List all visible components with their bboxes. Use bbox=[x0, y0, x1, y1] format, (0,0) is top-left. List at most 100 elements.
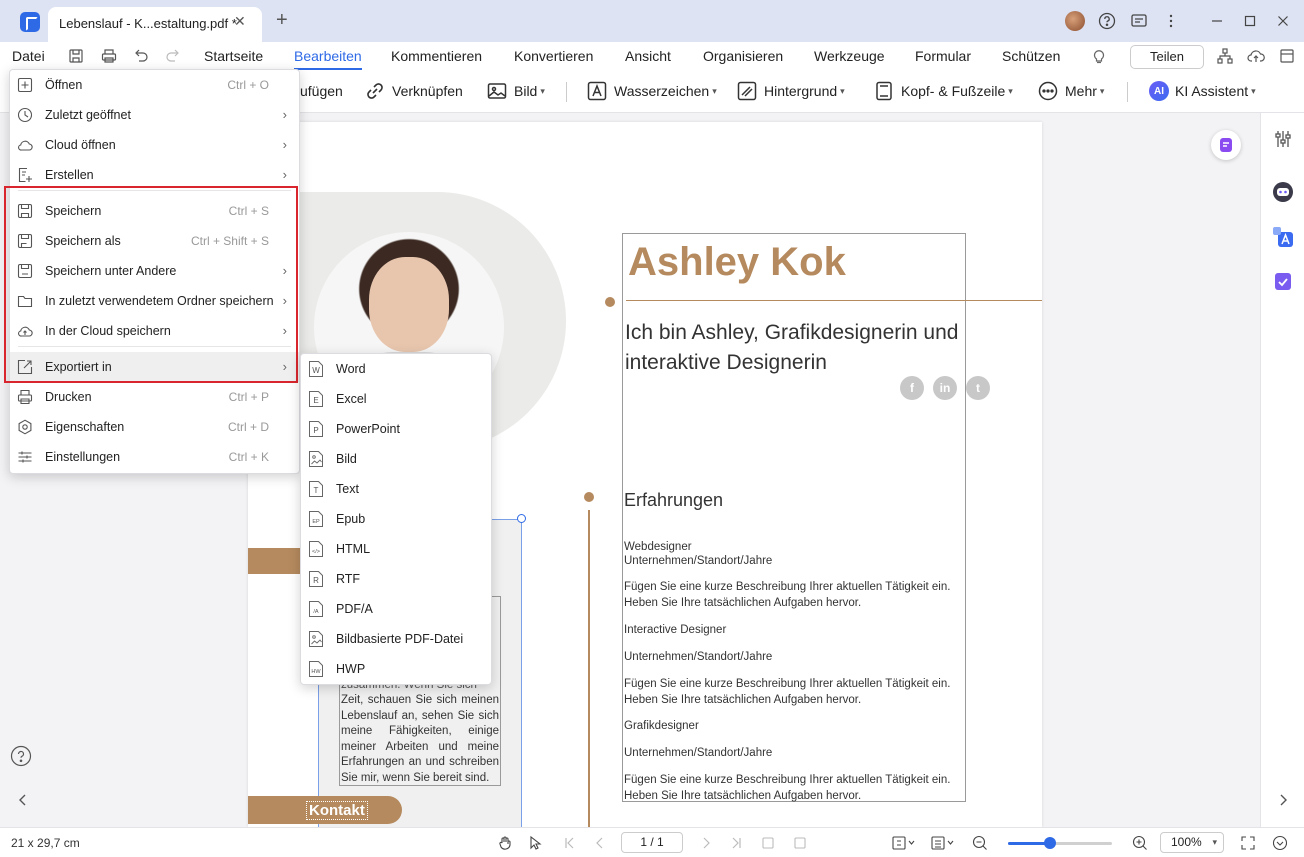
new-tab-button[interactable]: + bbox=[276, 10, 288, 30]
ribbon-more-button[interactable]: Mehr ▾ bbox=[1037, 79, 1104, 103]
tab-formular[interactable]: Formular bbox=[915, 48, 971, 64]
page-number-input[interactable]: 1 / 1 bbox=[621, 832, 683, 853]
first-page-icon[interactable] bbox=[562, 835, 578, 851]
ribbon-background-button[interactable]: Hintergrund ▾ bbox=[736, 79, 845, 103]
job2-title[interactable]: Interactive Designer bbox=[624, 622, 964, 638]
contact-heading[interactable]: Kontakt bbox=[248, 796, 402, 824]
ribbon-watermark-button[interactable]: Wasserzeichen ▾ bbox=[586, 79, 717, 103]
file-menu-button[interactable]: Datei bbox=[12, 48, 45, 64]
tab-startseite[interactable]: Startseite bbox=[204, 48, 263, 64]
tab-ansicht[interactable]: Ansicht bbox=[625, 48, 671, 64]
job2-description[interactable]: Fügen Sie eine kurze Beschreibung Ihrer … bbox=[624, 676, 964, 708]
job1-description[interactable]: Fügen Sie eine kurze Beschreibung Ihrer … bbox=[624, 579, 964, 611]
workflow-icon[interactable] bbox=[1216, 47, 1234, 65]
task-check-icon[interactable] bbox=[1272, 270, 1294, 292]
rotate-right-icon[interactable] bbox=[792, 835, 808, 851]
print-icon[interactable] bbox=[100, 47, 118, 65]
redo-icon[interactable] bbox=[164, 47, 182, 65]
page-layout-icon[interactable] bbox=[931, 835, 955, 851]
ribbon-header-footer-button[interactable]: Kopf- & Fußzeile ▾ bbox=[873, 79, 1013, 103]
user-avatar[interactable] bbox=[1065, 11, 1085, 31]
maximize-icon[interactable] bbox=[1239, 10, 1261, 32]
export-item-html[interactable]: </> HTML bbox=[301, 534, 491, 564]
close-window-icon[interactable] bbox=[1272, 10, 1294, 32]
job3-company[interactable]: Unternehmen/Standort/Jahre bbox=[624, 745, 964, 761]
about-text[interactable]: Zeit, schauen Sie sich meinen Lebenslauf… bbox=[341, 693, 499, 787]
export-item-epub[interactable]: EP Epub bbox=[301, 504, 491, 534]
export-item-pdf-a[interactable]: /A PDF/A bbox=[301, 594, 491, 624]
ribbon-ai-assistant-button[interactable]: AI KI Assistent ▾ bbox=[1149, 79, 1256, 103]
facebook-icon: f bbox=[900, 376, 924, 400]
export-item-bild[interactable]: Bild bbox=[301, 444, 491, 474]
tab-schuetzen[interactable]: Schützen bbox=[1002, 48, 1060, 64]
rotate-left-icon[interactable] bbox=[760, 835, 776, 851]
job2-company[interactable]: Unternehmen/Standort/Jahre bbox=[624, 649, 964, 665]
export-item-rtf[interactable]: R RTF bbox=[301, 564, 491, 594]
menu-item-zuletzt-geoeffnet[interactable]: Zuletzt geöffnet › bbox=[10, 100, 299, 130]
job1-company[interactable]: Unternehmen/Standort/Jahre bbox=[624, 553, 964, 569]
file-type-glyph: E bbox=[313, 396, 318, 405]
resume-name[interactable]: Ashley Kok bbox=[628, 240, 846, 285]
help-icon[interactable] bbox=[1096, 10, 1118, 32]
zoom-slider[interactable] bbox=[1008, 837, 1112, 849]
menu-item-einstellungen[interactable]: Einstellungen Ctrl + K bbox=[10, 442, 299, 472]
export-item-word[interactable]: W Word bbox=[301, 354, 491, 384]
experience-heading[interactable]: Erfahrungen bbox=[624, 490, 723, 511]
lightbulb-icon[interactable] bbox=[1090, 47, 1108, 65]
save-icon[interactable] bbox=[67, 47, 85, 65]
previous-page-icon[interactable] bbox=[592, 835, 608, 851]
menu-item-drucken[interactable]: Drucken Ctrl + P bbox=[10, 382, 299, 412]
file-type-icon: R bbox=[309, 571, 323, 587]
status-bar: 21 x 29,7 cm 1 / 1 100% ▾ bbox=[0, 827, 1304, 857]
minimize-icon[interactable] bbox=[1206, 10, 1228, 32]
tab-close-icon[interactable]: ✕ bbox=[234, 13, 246, 30]
floating-assistant-button[interactable] bbox=[1211, 130, 1241, 160]
chevron-right-icon[interactable] bbox=[1272, 789, 1294, 811]
export-item-powerpoint[interactable]: P PowerPoint bbox=[301, 414, 491, 444]
cloud-upload-icon[interactable] bbox=[1247, 47, 1265, 65]
job3-description[interactable]: Fügen Sie eine kurze Beschreibung Ihrer … bbox=[624, 772, 964, 804]
export-item-bildbasierte-pdf-datei[interactable]: Bildbasierte PDF-Datei bbox=[301, 624, 491, 654]
feedback-icon[interactable] bbox=[1128, 10, 1150, 32]
name-divider bbox=[626, 300, 1042, 301]
tab-kommentieren[interactable]: Kommentieren bbox=[391, 48, 482, 64]
zoom-slider-thumb[interactable] bbox=[1043, 837, 1056, 849]
zoom-in-icon[interactable] bbox=[1132, 835, 1148, 851]
last-page-icon[interactable] bbox=[728, 835, 744, 851]
tab-bearbeiten[interactable]: Bearbeiten bbox=[294, 48, 362, 70]
document-tab[interactable]: Lebenslauf - K...estaltung.pdf * bbox=[48, 7, 262, 42]
ribbon-link-button[interactable]: Verknüpfen bbox=[364, 79, 463, 103]
export-item-hwp[interactable]: HW HWP bbox=[301, 654, 491, 684]
export-item-text[interactable]: T Text bbox=[301, 474, 491, 504]
tab-konvertieren[interactable]: Konvertieren bbox=[514, 48, 593, 64]
resize-handle[interactable] bbox=[517, 514, 526, 523]
ribbon-watermark-label: Wasserzeichen bbox=[614, 83, 710, 99]
menu-item-cloud-oeffnen[interactable]: Cloud öffnen › bbox=[10, 130, 299, 160]
resume-intro[interactable]: Ich bin Ashley, Grafikdesignerin und int… bbox=[625, 318, 965, 378]
export-item-excel[interactable]: E Excel bbox=[301, 384, 491, 414]
zoom-out-icon[interactable] bbox=[972, 835, 988, 851]
fit-page-icon[interactable] bbox=[892, 835, 916, 851]
ribbon-add-button[interactable]: ufügen bbox=[300, 79, 343, 103]
share-button[interactable]: Teilen bbox=[1130, 45, 1204, 69]
collapse-circle-icon[interactable] bbox=[1272, 835, 1288, 851]
help-circle-icon[interactable] bbox=[10, 745, 32, 767]
tab-werkzeuge[interactable]: Werkzeuge bbox=[814, 48, 885, 64]
chevron-left-icon[interactable] bbox=[12, 789, 34, 811]
panel-icon[interactable] bbox=[1278, 47, 1296, 65]
menu-item-oeffnen[interactable]: Öffnen Ctrl + O bbox=[10, 70, 299, 100]
ai-robot-icon[interactable] bbox=[1272, 181, 1294, 203]
next-page-icon[interactable] bbox=[698, 835, 714, 851]
properties-sliders-icon[interactable] bbox=[1272, 128, 1294, 150]
hand-tool-icon[interactable] bbox=[497, 835, 513, 851]
fullscreen-icon[interactable] bbox=[1240, 835, 1256, 851]
job3-title[interactable]: Grafikdesigner bbox=[624, 718, 964, 734]
select-tool-icon[interactable] bbox=[528, 835, 544, 851]
tab-organisieren[interactable]: Organisieren bbox=[703, 48, 783, 64]
more-options-icon[interactable] bbox=[1160, 10, 1182, 32]
undo-icon[interactable] bbox=[132, 47, 150, 65]
translate-icon[interactable] bbox=[1272, 226, 1294, 248]
ribbon-image-button[interactable]: Bild ▾ bbox=[486, 79, 545, 103]
menu-item-eigenschaften[interactable]: Eigenschaften Ctrl + D bbox=[10, 412, 299, 442]
zoom-level-select[interactable]: 100% ▾ bbox=[1160, 832, 1224, 853]
